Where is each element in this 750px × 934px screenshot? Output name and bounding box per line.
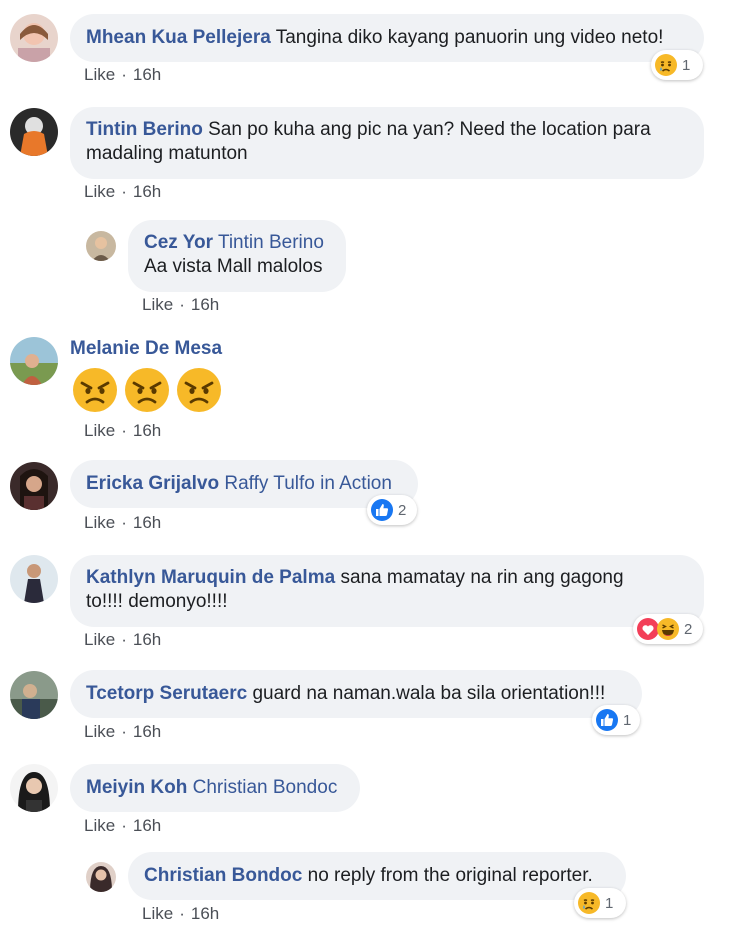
like-link[interactable]: Like (84, 722, 115, 741)
like-link[interactable]: Like (84, 421, 115, 440)
like-reaction-icon (595, 708, 619, 732)
timestamp[interactable]: 16h (133, 182, 161, 201)
comment-text: guard na naman.wala ba sila orientation!… (252, 683, 606, 704)
angry-face-icon (71, 366, 119, 414)
like-link[interactable]: Like (84, 630, 115, 649)
reaction-summary[interactable]: 1 (651, 50, 703, 80)
reaction-count: 2 (684, 620, 693, 638)
comment-author[interactable]: Ericka Grijalvo (86, 473, 219, 494)
comment-actions: Like · 16h (84, 816, 162, 835)
comment-author[interactable]: Melanie De Mesa (70, 338, 222, 360)
timestamp[interactable]: 16h (133, 513, 161, 532)
comment-bubble: Ericka Grijalvo Raffy Tulfo in Action (70, 460, 418, 508)
sad-reaction-icon (654, 53, 678, 77)
comment-author[interactable]: Tcetorp Serutaerc (86, 683, 247, 704)
comment-actions: Like · 16h (84, 65, 162, 84)
avatar[interactable] (10, 108, 58, 156)
reply-actions: Like · 16h (142, 904, 220, 923)
timestamp[interactable]: 16h (133, 722, 161, 741)
comment-tag[interactable]: Raffy Tulfo in Action (224, 473, 392, 494)
comment-actions: Like · 16h (84, 182, 162, 201)
like-link[interactable]: Like (84, 65, 115, 84)
reaction-summary[interactable]: 2 (633, 614, 703, 644)
comment-tag[interactable]: Christian Bondoc (193, 777, 338, 798)
like-link[interactable]: Like (142, 904, 173, 923)
reply-author[interactable]: Cez Yor (144, 232, 213, 253)
comment-actions: Like · 16h (84, 421, 162, 440)
timestamp[interactable]: 16h (133, 65, 161, 84)
reply-text: Aa vista Mall malolos (144, 256, 323, 277)
comment-author[interactable]: Tintin Berino (86, 119, 203, 140)
avatar[interactable] (10, 671, 58, 719)
avatar[interactable] (10, 14, 58, 62)
avatar[interactable] (10, 764, 58, 812)
like-link[interactable]: Like (84, 182, 115, 201)
comment-text: to!!!! demonyo!!!! (86, 591, 228, 612)
timestamp[interactable]: 16h (191, 295, 219, 314)
comment-bubble: Tintin Berino San po kuha ang pic na yan… (70, 107, 704, 179)
reaction-count: 1 (623, 711, 632, 729)
comment-actions: Like · 16h (84, 630, 162, 649)
reply-bubble: Christian Bondoc no reply from the origi… (128, 852, 626, 900)
reaction-summary[interactable]: 1 (592, 705, 640, 735)
comment-bubble: Mhean Kua Pellejera Tangina diko kayang … (70, 14, 704, 62)
comment-text: San po kuha ang pic na yan? Need the loc… (208, 119, 651, 140)
reaction-count: 1 (605, 894, 614, 912)
reply-tag[interactable]: Tintin Berino (218, 232, 324, 253)
reply-actions: Like · 16h (142, 295, 220, 314)
timestamp[interactable]: 16h (191, 904, 219, 923)
reaction-count: 2 (398, 501, 407, 519)
reaction-summary[interactable]: 2 (367, 495, 417, 525)
reply-bubble: Cez Yor Tintin Berino Aa vista Mall malo… (128, 220, 346, 292)
avatar[interactable] (10, 337, 58, 385)
timestamp[interactable]: 16h (133, 816, 161, 835)
reaction-summary[interactable]: 1 (574, 888, 626, 918)
sad-reaction-icon (577, 891, 601, 915)
comment-text: Tangina diko kayang panuorin ung video n… (275, 27, 664, 48)
comment-bubble: Meiyin Koh Christian Bondoc (70, 764, 360, 812)
comment-bubble: Kathlyn Maruquin de Palma sana mamatay n… (70, 555, 704, 627)
avatar[interactable] (86, 862, 116, 892)
like-link[interactable]: Like (84, 816, 115, 835)
comment-author[interactable]: Kathlyn Maruquin de Palma (86, 567, 335, 588)
comment-text: sana mamatay na rin ang gagong (340, 567, 624, 588)
like-reaction-icon (370, 498, 394, 522)
haha-reaction-icon (656, 617, 680, 641)
avatar[interactable] (10, 462, 58, 510)
like-link[interactable]: Like (142, 295, 173, 314)
reaction-count: 1 (682, 56, 691, 74)
avatar[interactable] (86, 231, 116, 261)
reply-author[interactable]: Christian Bondoc (144, 865, 302, 886)
timestamp[interactable]: 16h (133, 421, 161, 440)
angry-face-icon (175, 366, 223, 414)
angry-face-icon (123, 366, 171, 414)
comment-author[interactable]: Mhean Kua Pellejera (86, 27, 271, 48)
comment-author[interactable]: Meiyin Koh (86, 777, 187, 798)
comment-actions: Like · 16h (84, 722, 162, 741)
comment-text: madaling matunton (86, 143, 248, 164)
timestamp[interactable]: 16h (133, 630, 161, 649)
like-link[interactable]: Like (84, 513, 115, 532)
comment-bubble: Tcetorp Serutaerc guard na naman.wala ba… (70, 670, 642, 718)
comment-actions: Like · 16h (84, 513, 162, 532)
avatar[interactable] (10, 555, 58, 603)
reply-text: no reply from the original reporter. (307, 865, 593, 886)
